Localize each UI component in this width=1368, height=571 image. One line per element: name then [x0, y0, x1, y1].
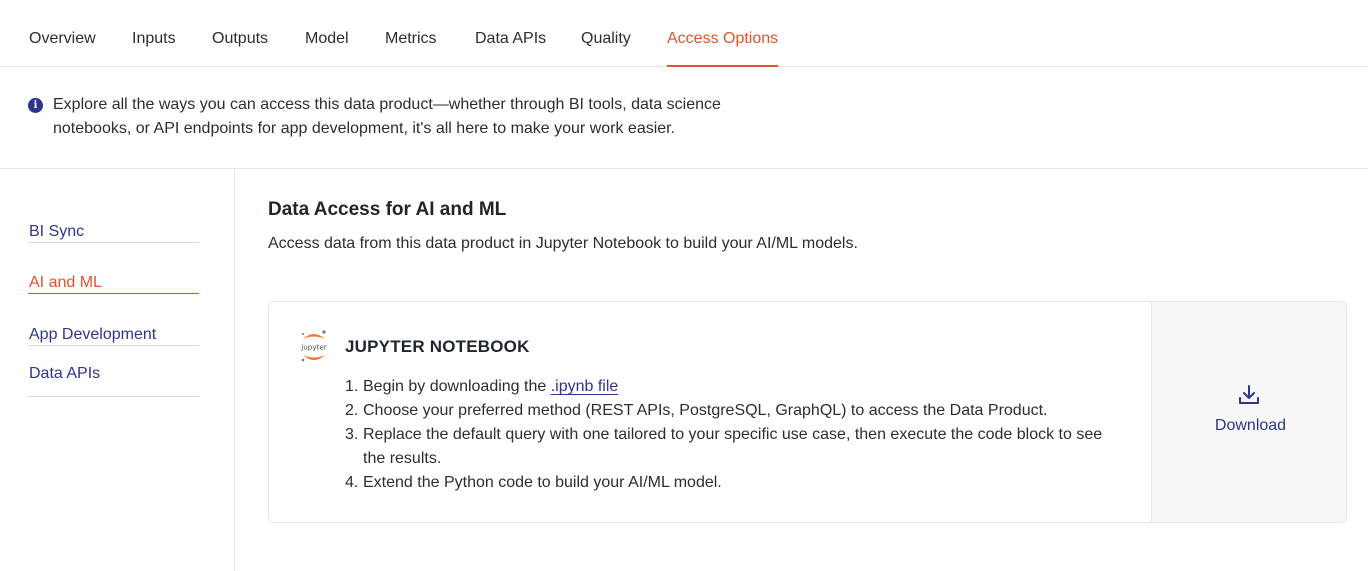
download-icon — [1239, 385, 1259, 404]
info-banner: i Explore all the ways you can access th… — [0, 67, 1368, 169]
steps-list: 1. Begin by downloading the .ipynb file … — [345, 375, 1115, 495]
tab-model[interactable]: Model — [305, 0, 349, 67]
step-number: 3. — [345, 426, 359, 443]
tab-quality[interactable]: Quality — [581, 0, 631, 67]
jupyter-logo-icon: jupyter — [300, 330, 327, 362]
sidenav-item-ai-and-ml[interactable]: AI and ML — [28, 242, 199, 294]
step-item: 2. Choose your preferred method (REST AP… — [345, 399, 1115, 423]
sidenav-item-app-development[interactable]: App Development — [28, 294, 199, 346]
step-number: 2. — [345, 402, 359, 419]
info-text: Explore all the ways you can access this… — [53, 96, 721, 137]
ipynb-file-link[interactable]: .ipynb file — [551, 378, 619, 395]
section-title: Data Access for AI and ML — [268, 199, 507, 220]
tab-outputs[interactable]: Outputs — [212, 0, 268, 67]
step-item: 1. Begin by downloading the .ipynb file — [345, 375, 1115, 399]
step-item: 4. Extend the Python code to build your … — [345, 471, 1115, 495]
sidenav-item-bi-sync[interactable]: BI Sync — [28, 191, 199, 243]
sidenav-item-label: BI Sync — [29, 223, 85, 240]
step-number: 4. — [345, 474, 359, 491]
download-button[interactable]: Download — [1151, 302, 1346, 522]
tab-data-apis[interactable]: Data APIs — [475, 0, 546, 67]
download-label: Download — [1214, 417, 1287, 434]
sidenav-item-label: App Development — [29, 326, 157, 343]
access-options-sidenav: BI Sync AI and ML App Development Data A… — [0, 169, 235, 571]
jupyter-logo-text: jupyter — [300, 343, 327, 352]
sidenav-item-data-apis[interactable]: Data APIs — [28, 346, 199, 397]
step-item: 3. Replace the default query with one ta… — [345, 423, 1115, 471]
sidenav-item-label: Data APIs — [29, 365, 101, 382]
jupyter-notebook-card: jupyter JUPYTER NOTEBOOK 1. Begin by dow… — [268, 301, 1347, 523]
tab-overview[interactable]: Overview — [29, 0, 96, 67]
step-text: Extend the Python code to build your AI/… — [363, 474, 722, 491]
tab-inputs[interactable]: Inputs — [132, 0, 176, 67]
card-body: jupyter JUPYTER NOTEBOOK 1. Begin by dow… — [269, 302, 1151, 522]
info-icon: i — [28, 98, 43, 113]
tab-access-options[interactable]: Access Options — [667, 0, 779, 67]
section-subtitle: Access data from this data product in Ju… — [268, 235, 858, 252]
tab-metrics[interactable]: Metrics — [385, 0, 437, 67]
step-text: Replace the default query with one tailo… — [363, 426, 1103, 467]
step-number: 1. — [345, 378, 359, 395]
sidenav-item-label: AI and ML — [29, 274, 102, 291]
step-text: Choose your preferred method (REST APIs,… — [363, 402, 1048, 419]
card-title: JUPYTER NOTEBOOK — [345, 337, 530, 356]
step-text: Begin by downloading the — [363, 378, 551, 395]
tab-bar: Overview Inputs Outputs Model Metrics Da… — [0, 0, 1368, 67]
